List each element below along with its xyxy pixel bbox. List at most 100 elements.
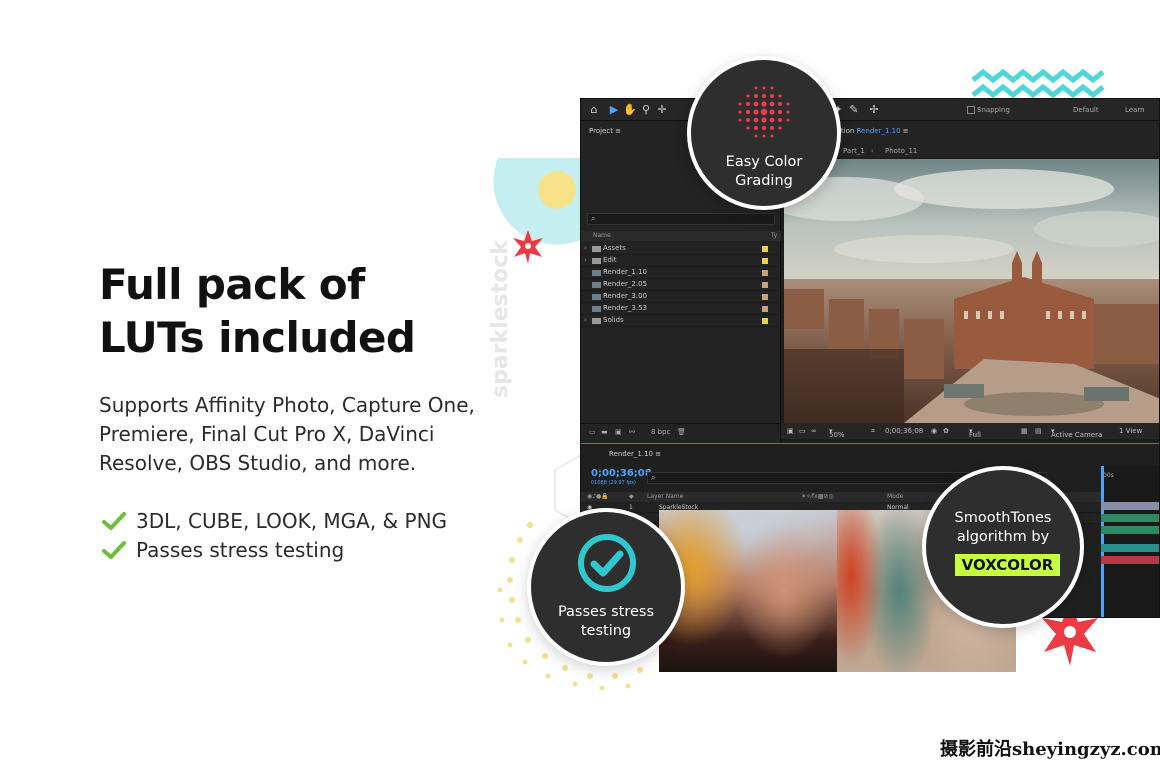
project-item-name: Render_1.10 xyxy=(603,268,648,276)
track-bar[interactable] xyxy=(1101,502,1159,510)
snapshot-icon[interactable]: ◉ xyxy=(931,427,937,435)
page-title: Full pack of LUTs included xyxy=(99,258,519,364)
dot xyxy=(778,94,782,98)
column-layer-name[interactable]: Layer Name xyxy=(647,493,683,500)
playhead[interactable] xyxy=(1101,466,1104,617)
project-item[interactable]: › Edit xyxy=(581,255,781,267)
bit-depth-label[interactable]: 8 bpc xyxy=(651,428,670,436)
checkmark-icon xyxy=(102,540,126,559)
label-color-swatch[interactable] xyxy=(762,258,768,264)
dot xyxy=(753,109,759,115)
check-item: 3DL, CUBE, LOOK, MGA, & PNG xyxy=(102,506,447,535)
monitor-icon[interactable]: ▭ xyxy=(799,427,806,435)
breadcrumb-part[interactable]: Part_1 xyxy=(843,147,865,155)
dot xyxy=(786,118,790,122)
track-bar[interactable] xyxy=(1101,514,1159,522)
zoom-tool-icon[interactable]: ⚲ xyxy=(639,103,653,117)
dot xyxy=(761,93,767,99)
dot xyxy=(769,117,775,123)
hand-tool-icon[interactable]: ✋ xyxy=(623,103,637,117)
folder-icon xyxy=(592,318,601,324)
resolution-dropdown[interactable]: Full ▾ xyxy=(969,427,981,439)
zoom-dropdown[interactable]: 50% ▾ xyxy=(829,427,845,439)
new-folder-icon[interactable]: ▬ xyxy=(601,428,608,436)
orbit-tool-icon[interactable]: ✛ xyxy=(655,103,669,117)
dot xyxy=(770,126,774,130)
composition-icon xyxy=(592,282,601,288)
label-color-swatch[interactable] xyxy=(762,306,768,312)
interpret-footage-icon[interactable]: ▭ xyxy=(589,428,596,436)
timeline-tracks[interactable]: 00s xyxy=(1101,466,1159,617)
badge-label: SmoothTones algorithm by xyxy=(954,510,1052,545)
pin-tool-icon[interactable]: ✎ xyxy=(847,103,861,117)
dot xyxy=(746,118,750,122)
viewer-timecode[interactable]: 0;00;36;08 xyxy=(885,427,923,435)
composition-viewer[interactable] xyxy=(784,159,1159,423)
lut-preview-warm xyxy=(659,510,838,672)
new-comp-icon[interactable]: ▣ xyxy=(615,428,622,436)
voxcolor-brand: VOXCOLOR xyxy=(955,554,1060,576)
label-color-swatch[interactable] xyxy=(762,282,768,288)
project-item[interactable]: Render_3.53 xyxy=(581,303,781,315)
project-search-input[interactable]: ⌕ xyxy=(587,213,775,225)
flowchart-icon[interactable]: ⚯ xyxy=(629,428,635,436)
project-item[interactable]: Render_2.05 xyxy=(581,279,781,291)
snapping-checkbox[interactable] xyxy=(967,106,975,114)
dot xyxy=(753,117,759,123)
expand-chevron-icon[interactable]: › xyxy=(584,316,587,324)
grid-icon[interactable]: ▤ xyxy=(1035,427,1042,435)
switches-label: ✶✧⁄fx▦⊘◎ xyxy=(801,493,834,500)
project-item[interactable]: › Assets xyxy=(581,243,781,255)
dot xyxy=(746,102,750,106)
roto-tool-icon[interactable]: ✢ xyxy=(867,103,881,117)
column-mode[interactable]: Mode xyxy=(887,493,903,500)
column-name[interactable]: Name xyxy=(593,232,611,239)
track-bar[interactable] xyxy=(1101,556,1159,564)
expand-chevron-icon[interactable]: › xyxy=(584,244,587,252)
project-item[interactable]: › Solids xyxy=(581,315,781,327)
camera-dropdown[interactable]: Active Camera ▾ xyxy=(1051,427,1102,439)
project-item[interactable]: Render_3.00 xyxy=(581,291,781,303)
dot xyxy=(754,134,758,138)
mask-icon[interactable]: ∞ xyxy=(811,427,817,435)
dot xyxy=(738,102,742,106)
trash-icon[interactable]: 🗑 xyxy=(677,428,686,436)
label-color-swatch[interactable] xyxy=(762,294,768,300)
preview-icon[interactable]: ▣ xyxy=(787,427,794,435)
workspace-learn[interactable]: Learn xyxy=(1125,106,1145,114)
timeline-frame-rate: 01088 (29.97 fps) xyxy=(591,480,636,486)
folder-icon xyxy=(592,246,601,252)
project-panel-title[interactable]: Project ≡ xyxy=(589,127,621,135)
label-color-swatch[interactable] xyxy=(762,270,768,276)
folder-icon xyxy=(592,258,601,264)
dot xyxy=(738,118,742,122)
site-watermark: 摄影前沿sheyingzyz.com xyxy=(940,739,1160,760)
view-layout-dropdown[interactable]: 1 View xyxy=(1119,427,1142,435)
label-color-swatch[interactable] xyxy=(762,318,768,324)
breadcrumb-photo[interactable]: Photo_11 xyxy=(885,147,917,155)
composition-tab[interactable]: osition Render_1.10 ≡ xyxy=(831,127,909,135)
timeline-current-time[interactable]: 0;00;36;08 xyxy=(591,468,652,479)
column-type[interactable]: Ty xyxy=(771,232,777,239)
label-color-swatch[interactable] xyxy=(762,246,768,252)
timeline-tab[interactable]: Render_1.10 ≡ xyxy=(609,450,661,458)
headline-line-2: LUTs included xyxy=(99,313,416,362)
region-icon[interactable]: ⌗ xyxy=(871,427,875,436)
workspace-default[interactable]: Default xyxy=(1073,106,1099,114)
expand-chevron-icon[interactable]: › xyxy=(584,256,587,264)
smoothtones-badge: SmoothTones algorithm by VOXCOLOR xyxy=(922,466,1084,628)
toggle-transparency-icon[interactable]: ▦ xyxy=(1021,427,1028,435)
dot xyxy=(738,110,742,114)
track-bar[interactable] xyxy=(1101,544,1159,552)
home-icon[interactable]: ⌂ xyxy=(587,103,601,117)
color-channel-icon[interactable]: ✿ xyxy=(943,427,949,435)
dot xyxy=(786,110,790,114)
selection-tool-icon[interactable]: ▶ xyxy=(607,103,621,117)
search-icon: ⌕ xyxy=(651,473,656,482)
project-column-header: Name Ty xyxy=(581,231,781,241)
dot xyxy=(762,86,766,90)
track-bar[interactable] xyxy=(1101,526,1159,534)
dot xyxy=(754,94,758,98)
dot xyxy=(777,109,783,115)
project-item[interactable]: Render_1.10 xyxy=(581,267,781,279)
